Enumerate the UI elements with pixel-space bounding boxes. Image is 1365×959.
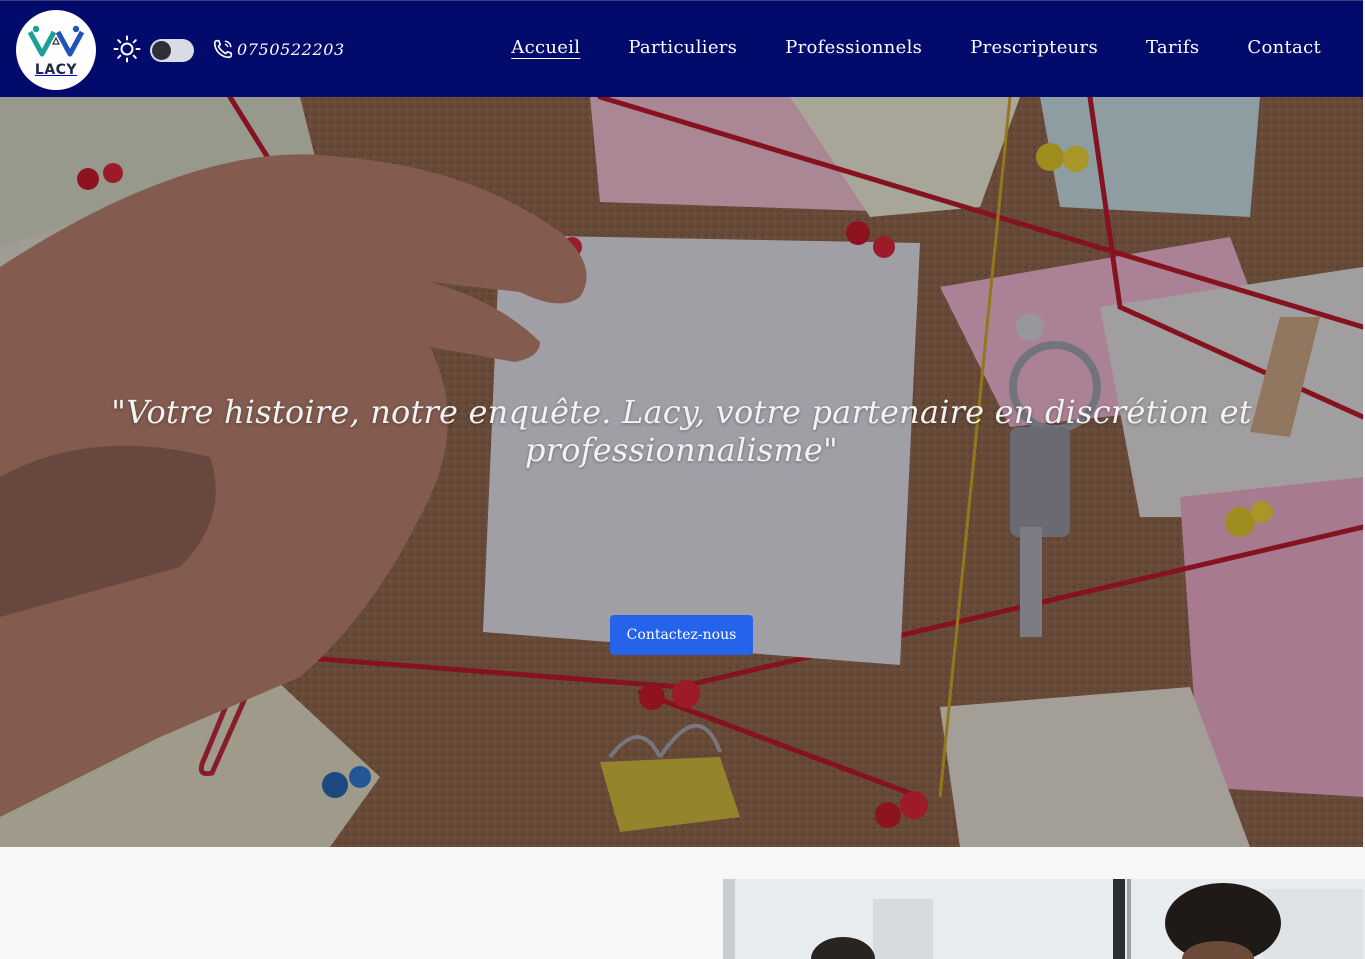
nav-item-contact[interactable]: Contact bbox=[1247, 37, 1321, 58]
hero-overlay bbox=[0, 97, 1363, 847]
phone-link[interactable]: 0750522203 bbox=[212, 37, 345, 61]
theme-toggle[interactable] bbox=[150, 39, 194, 62]
main-nav: Accueil Particuliers Professionnels Pres… bbox=[511, 37, 1321, 58]
nav-item-particuliers[interactable]: Particuliers bbox=[628, 37, 737, 58]
team-photo-image bbox=[723, 879, 1365, 959]
phone-number: 0750522203 bbox=[237, 39, 345, 59]
hero-quote: "Votre histoire, notre enquête. Lacy, vo… bbox=[111, 393, 1252, 469]
phone-icon bbox=[213, 39, 233, 59]
toggle-knob bbox=[152, 41, 171, 60]
contact-us-button[interactable]: Contactez-nous bbox=[610, 615, 753, 655]
nav-item-professionnels[interactable]: Professionnels bbox=[785, 37, 922, 58]
hero-section: "Votre histoire, notre enquête. Lacy, vo… bbox=[0, 97, 1363, 847]
lacy-logo-icon bbox=[27, 25, 85, 57]
sun-icon[interactable] bbox=[113, 35, 141, 63]
nav-item-accueil[interactable]: Accueil bbox=[511, 37, 580, 58]
nav-item-tarifs[interactable]: Tarifs bbox=[1146, 37, 1199, 58]
site-header: LACY 0750522203 Accueil Particuliers Pro… bbox=[0, 0, 1363, 97]
logo[interactable]: LACY bbox=[16, 10, 96, 90]
nav-item-prescripteurs[interactable]: Prescripteurs bbox=[970, 37, 1098, 58]
logo-text: LACY bbox=[34, 62, 78, 78]
team-photo bbox=[723, 879, 1365, 959]
intro-section bbox=[0, 847, 1365, 959]
